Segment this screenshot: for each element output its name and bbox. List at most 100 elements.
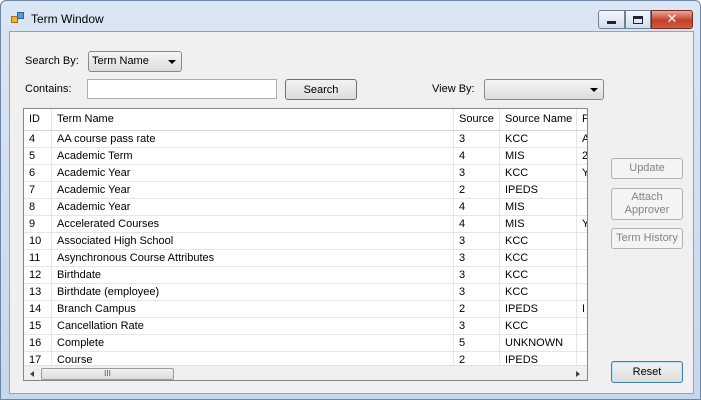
cell-source: 3 xyxy=(454,250,500,266)
cell-source-name: KCC xyxy=(500,165,577,181)
column-header-term-name[interactable]: Term Name xyxy=(52,109,454,130)
cell-source-name: MIS xyxy=(500,199,577,215)
cell-source: 4 xyxy=(454,216,500,232)
grip-icon: III xyxy=(103,369,112,378)
cell-source: 4 xyxy=(454,148,500,164)
maximize-button[interactable] xyxy=(625,10,651,29)
grid-rows: 4AA course pass rate3KCCA5Academic Term4… xyxy=(24,131,587,369)
table-row[interactable]: 5 Academic Term 4 MIS 2 xyxy=(24,148,587,165)
column-header-source-name[interactable]: Source Name xyxy=(500,109,577,130)
table-row[interactable]: 11 Asynchronous Course Attributes 3 KCC xyxy=(24,250,587,267)
cell-id: 6 xyxy=(24,165,52,181)
cell-source: 2 xyxy=(454,301,500,317)
table-row[interactable]: 8 Academic Year 4 MIS xyxy=(24,199,587,216)
cell-id: 15 xyxy=(24,318,52,334)
app-icon xyxy=(11,12,25,24)
window-title: Term Window xyxy=(31,12,104,26)
cell-source-name: MIS xyxy=(500,148,577,164)
horizontal-scrollbar[interactable]: III xyxy=(24,365,587,380)
contains-label: Contains: xyxy=(25,83,72,95)
cell-id: 16 xyxy=(24,335,52,351)
scroll-corner xyxy=(587,365,588,381)
cell-source-name: IPEDS xyxy=(500,182,577,198)
contains-input[interactable] xyxy=(87,79,277,99)
cell-id: 8 xyxy=(24,199,52,215)
cell-term-name: Birthdate xyxy=(52,267,454,283)
table-row[interactable]: 13 Birthdate (employee) 3 KCC xyxy=(24,284,587,301)
table-row[interactable]: 4AA course pass rate3KCCA xyxy=(24,131,587,148)
cell-source-name: MIS xyxy=(500,216,577,232)
terms-grid[interactable]: ID Term Name Source Source Name F 4AA co… xyxy=(23,108,588,381)
cell-source: 3 xyxy=(454,267,500,283)
cell-source-name: KCC xyxy=(500,318,577,334)
table-row[interactable]: 15 Cancellation Rate 3 KCC xyxy=(24,318,587,335)
term-history-button[interactable]: Term History xyxy=(611,228,683,249)
cell-source: 3 xyxy=(454,284,500,300)
table-row[interactable]: 16 Complete 5 UNKNOWN xyxy=(24,335,587,352)
close-button[interactable]: ✕ xyxy=(651,10,693,29)
cell-term-name: Asynchronous Course Attributes xyxy=(52,250,454,266)
column-header-id[interactable]: ID xyxy=(24,109,52,130)
cell-source-name: IPEDS xyxy=(500,301,577,317)
scroll-right-icon[interactable] xyxy=(576,371,580,377)
cell-term-name: Branch Campus xyxy=(52,301,454,317)
maximize-icon xyxy=(633,15,643,24)
cell-source: 3 xyxy=(454,233,500,249)
view-by-label: View By: xyxy=(432,83,475,95)
cell-id: 5 xyxy=(24,148,52,164)
search-by-dropdown[interactable]: Term Name xyxy=(88,51,182,72)
cell-source-name: UNKNOWN xyxy=(500,335,577,351)
close-icon: ✕ xyxy=(666,12,678,27)
cell-id: 12 xyxy=(24,267,52,283)
view-by-dropdown[interactable] xyxy=(484,79,604,100)
reset-button[interactable]: Reset xyxy=(611,361,683,383)
cell-id: 9 xyxy=(24,216,52,232)
cell-source-name: KCC xyxy=(500,233,577,249)
cell-term-name: Complete xyxy=(52,335,454,351)
column-header-source[interactable]: Source xyxy=(454,109,500,130)
horizontal-scroll-thumb[interactable]: III xyxy=(41,368,174,380)
cell-source: 3 xyxy=(454,165,500,181)
chevron-down-icon xyxy=(590,88,598,92)
cell-id: 7 xyxy=(24,182,52,198)
minimize-button[interactable] xyxy=(598,10,625,29)
cell-id: 10 xyxy=(24,233,52,249)
cell-term-name: Associated High School xyxy=(52,233,454,249)
cell-id: 4 xyxy=(24,131,52,147)
title-bar[interactable]: Term Window ✕ xyxy=(1,1,700,31)
cell-term-name: Accelerated Courses xyxy=(52,216,454,232)
chevron-down-icon xyxy=(168,60,176,64)
cell-source: 2 xyxy=(454,182,500,198)
cell-term-name: Academic Term xyxy=(52,148,454,164)
table-row[interactable]: 10 Associated High School 3 KCC xyxy=(24,233,587,250)
table-row[interactable]: 7 Academic Year 2 IPEDS xyxy=(24,182,587,199)
cell-term-name: Academic Year xyxy=(52,182,454,198)
update-button[interactable]: Update xyxy=(611,158,683,179)
table-row[interactable]: 12 Birthdate 3 KCC xyxy=(24,267,587,284)
cell-source: 5 xyxy=(454,335,500,351)
attach-approver-button[interactable]: Attach Approver xyxy=(611,188,683,220)
table-row[interactable]: 14 Branch Campus 2 IPEDS I xyxy=(24,301,587,318)
client-area: Search By: Term Name Contains: Search Vi… xyxy=(9,31,694,394)
cell-term-name: Birthdate (employee) xyxy=(52,284,454,300)
cell-source-name: KCC xyxy=(500,284,577,300)
scroll-left-icon[interactable] xyxy=(30,371,34,377)
cell-id: 14 xyxy=(24,301,52,317)
term-window: Term Window ✕ Search By: Term Name Conta… xyxy=(0,0,701,400)
cell-source-name: KCC xyxy=(500,267,577,283)
cell-source-name: KCC xyxy=(500,250,577,266)
cell-source: 4 xyxy=(454,199,500,215)
minimize-icon xyxy=(607,21,616,24)
search-by-label: Search By: xyxy=(25,55,79,67)
cell-term-name: AA course pass rate xyxy=(52,131,454,147)
cell-term-name: Academic Year xyxy=(52,165,454,181)
cell-id: 11 xyxy=(24,250,52,266)
table-row[interactable]: 9Accelerated Courses4MISY xyxy=(24,216,587,233)
cell-source-name: KCC xyxy=(500,131,577,147)
search-by-value: Term Name xyxy=(92,55,149,67)
grid-header: ID Term Name Source Source Name F xyxy=(24,109,587,131)
vertical-scrollbar[interactable]: ≡ xyxy=(587,109,588,365)
search-button[interactable]: Search xyxy=(285,79,357,100)
cell-source: 3 xyxy=(454,318,500,334)
table-row[interactable]: 6Academic Year3KCCY xyxy=(24,165,587,182)
